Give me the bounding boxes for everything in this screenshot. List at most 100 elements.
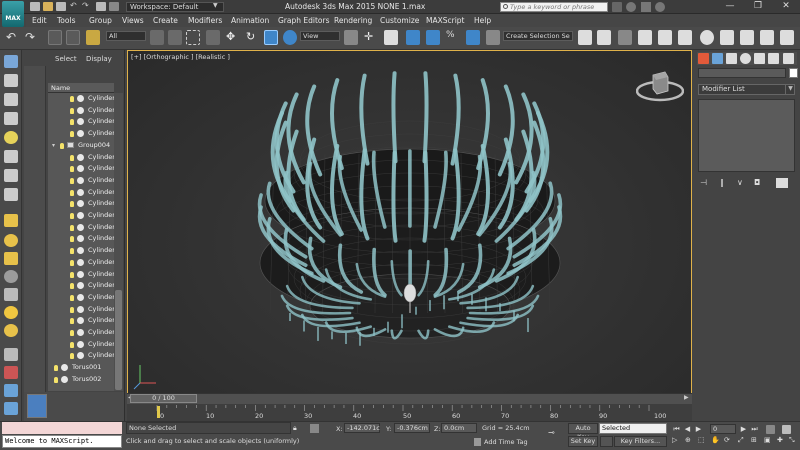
time-slider[interactable] xyxy=(127,393,692,404)
torus-icon[interactable] xyxy=(4,270,18,283)
named-selection-dropdown[interactable]: Create Selection Se xyxy=(503,31,573,41)
toggle-scene-explorer-icon[interactable] xyxy=(618,30,632,45)
light-bulb-icon[interactable] xyxy=(54,365,58,372)
play-icon[interactable]: ▶ xyxy=(694,425,703,434)
search-input[interactable]: Type a keyword or phrase xyxy=(500,2,608,12)
expand-toggle-icon[interactable]: ▾ xyxy=(52,140,55,151)
bind-to-space-warp-icon[interactable] xyxy=(86,30,100,45)
list-item[interactable]: Cylinder xyxy=(48,292,114,304)
sun-light-icon[interactable] xyxy=(4,306,18,319)
light-bulb-icon[interactable] xyxy=(70,189,74,196)
menu-views[interactable]: Views xyxy=(122,16,144,25)
key-mode-toggle-icon[interactable] xyxy=(600,436,613,447)
go-to-end-icon[interactable]: ⏭ xyxy=(750,425,759,434)
layers-icon[interactable] xyxy=(4,112,18,125)
go-to-start-icon[interactable]: ⏮ xyxy=(672,425,681,434)
workspace-dropdown[interactable]: Workspace: Default xyxy=(126,2,224,12)
scene-object-list[interactable]: Cylinder Cylinder Cylinder Cylinder ▾ Group00… xyxy=(48,93,114,391)
list-item[interactable]: Cylinder xyxy=(48,339,114,351)
material-editor-icon[interactable] xyxy=(720,30,734,45)
infocenter-icon[interactable] xyxy=(612,2,622,12)
list-item[interactable]: Torus001 xyxy=(48,362,114,374)
list-item[interactable]: Cylinder xyxy=(48,93,114,105)
modify-tab-icon[interactable] xyxy=(712,53,723,64)
redo-quick-icon[interactable]: ↷ xyxy=(82,2,92,11)
auto-key-button[interactable]: Auto Key xyxy=(568,423,598,441)
light-bulb-icon[interactable] xyxy=(70,306,74,313)
walk-through-icon[interactable]: ⤢ xyxy=(738,436,747,446)
project-folder-icon[interactable] xyxy=(96,2,106,11)
snaps-toggle-icon[interactable] xyxy=(406,30,420,45)
modifier-list-dropdown[interactable]: Modifier List xyxy=(698,84,795,95)
light-bulb-icon[interactable] xyxy=(70,341,74,348)
redo-icon[interactable]: ↷ xyxy=(25,30,39,45)
light-bulb-icon[interactable] xyxy=(70,177,74,184)
light-bulb-icon[interactable] xyxy=(70,271,74,278)
light-bulb-icon[interactable] xyxy=(70,119,74,126)
cone-icon[interactable] xyxy=(4,288,18,301)
light-bulb-icon[interactable] xyxy=(70,213,74,219)
curve-editor-icon[interactable] xyxy=(678,30,692,45)
key-selection-dropdown[interactable]: Selected xyxy=(599,423,667,434)
key-filters-button[interactable]: Key Filters... xyxy=(614,436,667,447)
close-button[interactable]: ✕ xyxy=(772,0,800,13)
list-item[interactable]: Cylinder xyxy=(48,245,114,257)
select-and-link-icon[interactable] xyxy=(48,30,62,45)
align-icon[interactable] xyxy=(597,30,611,45)
display-icon[interactable] xyxy=(4,93,18,106)
use-pivot-point-icon[interactable] xyxy=(344,30,358,45)
list-item[interactable]: Cylinder xyxy=(48,327,114,339)
make-unique-icon[interactable]: ∨ xyxy=(737,178,749,188)
undo-quick-icon[interactable]: ↶ xyxy=(70,2,80,11)
list-item[interactable]: Cylinder xyxy=(48,280,114,292)
menu-customize[interactable]: Customize xyxy=(380,16,419,25)
list-item[interactable]: Cylinder xyxy=(48,210,114,222)
sign-in-icon[interactable] xyxy=(626,2,636,12)
graphite-ribbon-icon[interactable] xyxy=(658,30,672,45)
box-icon[interactable] xyxy=(4,214,18,227)
grid-objects-icon[interactable] xyxy=(4,348,18,361)
display-tab-icon[interactable] xyxy=(754,53,765,64)
quick-access-dropdown-icon[interactable] xyxy=(109,2,119,11)
light-bulb-icon[interactable] xyxy=(70,330,74,336)
maxscript-output[interactable]: Welcome to MAXScript. xyxy=(2,435,122,448)
layer-explorer-button[interactable] xyxy=(27,394,47,418)
tab-select[interactable]: Select xyxy=(55,55,77,63)
list-item[interactable]: Cylinder xyxy=(48,163,114,175)
unlink-selection-icon[interactable] xyxy=(66,30,80,45)
x-coordinate-field[interactable]: -142.071c xyxy=(344,423,380,433)
menu-animation[interactable]: Animation xyxy=(231,16,269,25)
undo-icon[interactable]: ↶ xyxy=(6,30,20,45)
place-object-icon[interactable] xyxy=(283,30,297,45)
time-configuration-icon[interactable] xyxy=(766,425,775,434)
maxscript-listener-input[interactable] xyxy=(2,422,122,434)
remove-modifier-icon[interactable]: ◘ xyxy=(754,178,766,188)
light-bulb-icon[interactable] xyxy=(70,96,74,102)
light-bulb-icon[interactable] xyxy=(70,166,74,173)
select-and-move-icon[interactable]: ✥ xyxy=(226,30,240,45)
dynamics-icon[interactable] xyxy=(4,384,18,397)
select-icon[interactable] xyxy=(4,74,18,87)
reference-coordinate-dropdown[interactable]: View xyxy=(300,31,340,41)
orbit-icon[interactable]: ⟳ xyxy=(724,436,733,446)
pan-view-icon[interactable]: ✋ xyxy=(711,436,720,446)
y-coordinate-field[interactable]: -0.376cm xyxy=(394,423,430,433)
settings-icon[interactable] xyxy=(4,402,18,415)
light-icon[interactable] xyxy=(4,131,18,144)
motion-tab-icon[interactable] xyxy=(740,53,751,64)
menu-help[interactable]: Help xyxy=(474,16,491,25)
list-item[interactable]: Cylinder xyxy=(48,116,114,128)
menu-edit[interactable]: Edit xyxy=(32,16,47,25)
menu-create[interactable]: Create xyxy=(153,16,178,25)
select-object-icon[interactable] xyxy=(150,30,164,45)
chevron-right-icon[interactable]: ▶ xyxy=(684,394,689,401)
show-end-result-icon[interactable]: ‖ xyxy=(720,178,732,188)
zoom-extents-icon[interactable]: ⬚ xyxy=(698,436,707,446)
minimize-button[interactable]: — xyxy=(716,0,744,13)
list-item[interactable]: Cylinder xyxy=(48,128,114,140)
menu-group[interactable]: Group xyxy=(89,16,112,25)
next-frame-icon[interactable]: ▶ xyxy=(739,425,748,434)
previous-frame-icon[interactable]: ◀ xyxy=(683,425,692,434)
sphere-icon[interactable] xyxy=(4,234,18,247)
app-menu-button[interactable]: MAX xyxy=(2,1,24,27)
